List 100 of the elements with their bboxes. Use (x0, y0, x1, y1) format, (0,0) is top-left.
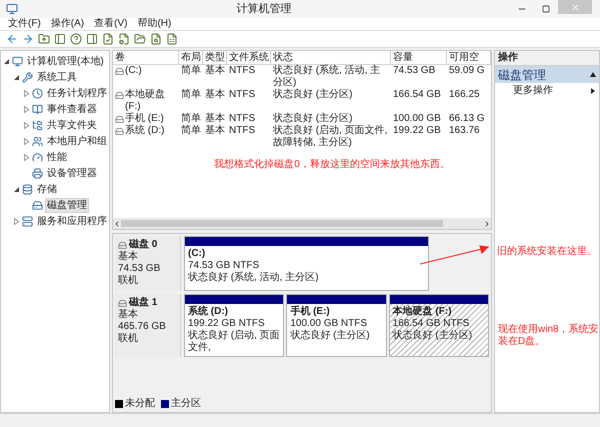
tree-item[interactable]: 设备管理器 (45, 166, 99, 180)
forward-arrow-icon[interactable] (22, 33, 34, 45)
collapse-triangle-icon[interactable] (590, 72, 596, 77)
maximize-icon (542, 5, 550, 13)
back-arrow-icon[interactable] (6, 33, 18, 45)
column-header[interactable]: 文件系统 (227, 51, 271, 64)
expanded-triangle-icon[interactable] (3, 58, 10, 64)
table-cell: 基本 (205, 89, 225, 101)
disk-status: 联机 (118, 275, 139, 287)
partition-block[interactable]: 本地硬盘 (F:) 166.54 GB NTFS 状态良好 (主分区) (388, 294, 489, 357)
submenu-triangle-icon (591, 88, 595, 94)
tree-item[interactable]: 计算机管理(本地) (25, 54, 106, 68)
disk-type: 基本 (118, 251, 139, 263)
column-header[interactable]: 容量 (391, 51, 447, 64)
scroll-right-icon[interactable] (483, 220, 491, 228)
tree-item[interactable]: 服务和应用程序 (35, 214, 109, 228)
partition-block[interactable]: 手机 (E:) 100.00 GB NTFS 状态良好 (主分区) (286, 294, 387, 357)
table-cell: 66.13 G (449, 113, 485, 125)
partition-size: 100.00 GB NTFS (290, 318, 368, 330)
file-search-icon[interactable] (150, 33, 162, 45)
partition-block[interactable]: (C:) 74.53 GB NTFS 状态良好 (系统, 活动, 主分区) (184, 236, 429, 291)
table-cell: 163.76 (449, 125, 480, 137)
file-gear-icon[interactable] (118, 33, 130, 45)
table-cell: (C:) (125, 65, 142, 77)
collapsed-triangle-icon[interactable] (23, 106, 30, 112)
disk-type: 基本 (118, 309, 139, 321)
tree-item[interactable]: 任务计划程序 (45, 86, 109, 100)
table-cell: 基本 (205, 125, 225, 137)
table-cell: NTFS (229, 113, 256, 125)
table-cell-text: 简单 (181, 113, 201, 124)
database-icon (22, 184, 33, 194)
legend-label: 未分配 (125, 398, 155, 410)
disk-size: 74.53 GB (118, 263, 162, 274)
table-cell: 100.00 GB (393, 113, 441, 125)
disk-size: 465.76 GB (118, 321, 167, 332)
folder-up-icon[interactable] (38, 33, 50, 45)
column-header[interactable]: 可用空 (447, 51, 491, 64)
hard-drive-icon (32, 200, 43, 210)
file-check-icon[interactable] (102, 33, 114, 45)
tree-item[interactable]: 系统工具 (35, 70, 79, 84)
table-cell-text: 基本 (205, 113, 225, 124)
collapsed-triangle-icon[interactable] (23, 90, 30, 96)
collapsed-triangle-icon[interactable] (23, 122, 30, 128)
expanded-triangle-icon[interactable] (13, 74, 20, 80)
table-cell-text: 状态良好 (启动, 页面文件, 故障转储, 主分区) (273, 125, 388, 149)
right-panel-icon[interactable] (86, 33, 98, 45)
scroll-left-icon[interactable] (113, 220, 121, 228)
printer-icon (32, 168, 43, 178)
tree-item[interactable]: 事件查看器 (45, 102, 99, 116)
actions-section-header[interactable]: 磁盘管理 (495, 66, 599, 83)
column-header[interactable]: 卷 (113, 51, 179, 64)
table-cell-text: 状态良好 (系统, 活动, 主分区) (273, 65, 382, 88)
app-icon (6, 3, 18, 15)
column-header[interactable]: 状态 (271, 51, 391, 64)
tree-item[interactable]: 磁盘管理 (45, 198, 89, 212)
partition-status: 状态良好 (系统, 活动, 主分区) (188, 272, 320, 284)
table-cell: 74.53 GB (393, 65, 436, 77)
column-header[interactable]: 类型 (203, 51, 227, 64)
menu-item[interactable]: 文件(F) (8, 18, 41, 30)
tree-item[interactable]: 共享文件夹 (45, 118, 99, 132)
collapsed-triangle-icon[interactable] (23, 138, 30, 144)
help-icon[interactable] (70, 33, 82, 45)
partition-name: 本地硬盘 (F:) (392, 306, 453, 318)
disk-name: 磁盘 0 (129, 239, 158, 250)
table-cell: 状态良好 (主分区) (273, 89, 352, 101)
left-panel-icon[interactable] (54, 33, 66, 45)
gauge-icon (32, 152, 43, 162)
menu-item[interactable]: 操作(A) (50, 18, 84, 30)
table-cell: 简单 (181, 89, 201, 101)
actions-header: 操作 (495, 51, 599, 66)
menu-item[interactable]: 帮助(H) (137, 18, 172, 30)
partition-name: (C:) (188, 248, 206, 260)
menu-item[interactable]: 查看(V) (94, 18, 128, 30)
collapsed-triangle-icon[interactable] (13, 218, 20, 224)
spreadsheet-icon[interactable] (166, 33, 178, 45)
disk-name: 磁盘 1 (129, 297, 158, 308)
drive-icon (115, 115, 124, 124)
tree-item[interactable]: 性能 (45, 150, 69, 164)
table-cell: 基本 (205, 65, 225, 77)
tree-item[interactable]: 存储 (35, 182, 59, 196)
tree-item[interactable]: 本地用户和组 (45, 134, 109, 148)
partition-status: 状态良好 (主分区) (392, 330, 474, 342)
expanded-triangle-icon[interactable] (13, 186, 20, 192)
collapsed-triangle-icon[interactable] (23, 154, 30, 160)
close-icon (570, 2, 580, 12)
horizontal-scrollbar[interactable] (113, 218, 491, 229)
server-icon (22, 216, 33, 226)
column-header[interactable]: 布局 (179, 51, 203, 64)
table-cell: 59.09 G (449, 65, 485, 77)
annotation-text: 现在使用win8，系统安装在D盘。 (498, 324, 599, 348)
table-cell-text: 状态良好 (主分区) (273, 113, 352, 124)
partition-name: 手机 (E:) (290, 306, 331, 318)
partition-status: 状态良好 (主分区) (290, 330, 371, 342)
folder-icon[interactable] (134, 33, 146, 45)
partition-block[interactable]: 系统 (D:) 199.22 GB NTFS 状态良好 (启动, 页面文件, (184, 294, 284, 357)
partition-status: 状态良好 (启动, 页面文件, (188, 330, 280, 354)
action-item[interactable]: 更多操作 (495, 83, 599, 98)
drive-icon (115, 91, 124, 100)
partition-size: 166.54 GB NTFS (392, 318, 470, 330)
computer-icon (12, 56, 23, 66)
